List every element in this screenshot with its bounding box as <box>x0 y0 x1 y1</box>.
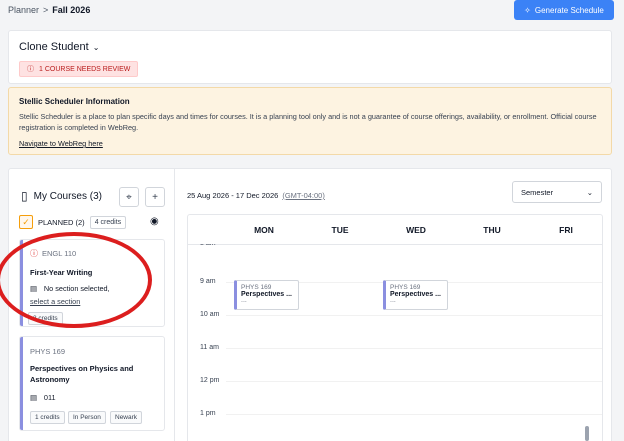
day-thu: THU <box>483 225 501 235</box>
planner-panel: ▯ My Courses (3) ⌖ + ✓ PLANNED (2) 4 cre… <box>8 168 612 441</box>
info-body: Stellic Scheduler is a place to plan spe… <box>19 112 597 132</box>
planned-label: PLANNED (2) <box>38 217 85 227</box>
day-fri: FRI <box>559 225 573 235</box>
my-courses-title: My Courses (3) <box>33 190 102 202</box>
day-mon: MON <box>254 225 274 235</box>
scheduler-page: Planner > Fall 2026 ✧ Generate Schedule … <box>0 0 624 441</box>
planned-group-header: ✓ PLANNED (2) 4 credits <box>19 215 127 229</box>
calendar-day-header: MON TUE WED THU FRI <box>188 215 602 245</box>
calendar-icon: ▤ <box>30 284 37 293</box>
eye-icon[interactable]: ◉ <box>150 216 159 227</box>
sparkle-icon: ✧ <box>524 5 531 15</box>
time-12pm: 12 pm <box>200 377 220 384</box>
review-badge-label: 1 COURSE NEEDS REVIEW <box>39 65 131 73</box>
student-name: Clone Student <box>19 41 89 53</box>
course-credits: 3 credits <box>28 312 63 325</box>
course-section: ▤ No section selected, <box>30 284 110 293</box>
hour-line <box>226 348 602 349</box>
date-range-text: 25 Aug 2026 - 17 Dec 2026 <box>187 191 279 200</box>
tag-icon: ⌖ <box>126 191 132 203</box>
day-tue: TUE <box>331 225 349 235</box>
hour-line <box>226 381 602 382</box>
course-color-bar <box>20 337 23 430</box>
calendar-scrollbar[interactable] <box>585 426 589 441</box>
day-wed: WED <box>406 225 426 235</box>
hour-line <box>226 315 602 316</box>
course-code-row: ⓘ ENGL 110 <box>30 248 76 259</box>
breadcrumb: Planner > Fall 2026 <box>8 5 90 15</box>
time-9am: 9 am <box>200 278 216 285</box>
hour-line <box>226 414 602 415</box>
view-select-value: Semester <box>521 187 554 197</box>
event-title: Perspectives ... <box>241 291 292 298</box>
course-card-engl110[interactable]: ⓘ ENGL 110 First-Year Writing ▤ No secti… <box>19 239 165 327</box>
breadcrumb-separator: > <box>43 5 49 15</box>
time-8am: 8 am <box>200 244 216 249</box>
my-courses-header: ▯ My Courses (3) <box>21 189 102 203</box>
course-credits: 1 credits <box>30 411 65 424</box>
bookmark-icon: ▯ <box>21 189 28 203</box>
webreg-link[interactable]: Navigate to WebReg here <box>19 139 103 148</box>
timezone-link[interactable]: (GMT-04:00) <box>282 191 325 200</box>
week-calendar: MON TUE WED THU FRI 8 am 9 am 10 am 11 a… <box>187 214 603 441</box>
alert-circle-icon: ⓘ <box>30 249 38 258</box>
course-code: ENGL 110 <box>42 249 77 258</box>
student-card: Clone Student ⌄ ⓘ 1 COURSE NEEDS REVIEW <box>8 30 612 84</box>
breadcrumb-planner[interactable]: Planner <box>8 5 39 15</box>
event-title: Perspectives ... <box>390 291 441 298</box>
chevron-down-icon: ⌄ <box>92 42 100 52</box>
course-card-phys169[interactable]: PHYS 169 Perspectives on Physics and Ast… <box>19 336 165 431</box>
planned-credits: 4 credits <box>89 215 127 229</box>
plus-icon: + <box>152 191 158 203</box>
section-text: No section selected, <box>43 284 110 293</box>
course-campus: Newark <box>110 411 143 424</box>
calendar-event-wed[interactable]: PHYS 169 Perspectives ... ... <box>383 280 448 310</box>
add-course-button[interactable]: + <box>145 187 165 207</box>
event-more: ... <box>241 297 247 304</box>
planned-checkbox[interactable]: ✓ <box>19 215 33 229</box>
time-11am: 11 am <box>200 344 219 351</box>
time-1pm: 1 pm <box>200 410 216 417</box>
date-range: 25 Aug 2026 - 17 Dec 2026 (GMT-04:00) <box>187 191 325 200</box>
time-10am: 10 am <box>200 311 220 318</box>
course-title: First-Year Writing <box>30 268 93 277</box>
check-icon: ✓ <box>22 216 30 227</box>
chevron-down-icon: ⌄ <box>586 187 593 197</box>
calendar-event-mon[interactable]: PHYS 169 Perspectives ... ... <box>234 280 299 310</box>
event-code: PHYS 169 <box>390 284 421 291</box>
alert-circle-icon: ⓘ <box>27 66 34 73</box>
course-section: ▤ 011 <box>30 393 56 402</box>
info-title: Stellic Scheduler Information <box>19 97 130 106</box>
course-code: PHYS 169 <box>30 347 66 356</box>
section-text: 011 <box>43 393 56 402</box>
generate-schedule-label: Generate Schedule <box>534 5 604 15</box>
event-code: PHYS 169 <box>241 284 272 291</box>
tag-filter-button[interactable]: ⌖ <box>119 187 139 207</box>
course-title: Perspectives on Physics and Astronomy <box>30 364 134 384</box>
panel-divider <box>174 169 175 441</box>
select-section-link[interactable]: select a section <box>30 297 80 306</box>
review-badge[interactable]: ⓘ 1 COURSE NEEDS REVIEW <box>19 61 139 77</box>
event-more: ... <box>390 297 396 304</box>
course-mode: In Person <box>68 411 106 424</box>
scheduler-info-card: Stellic Scheduler Information Stellic Sc… <box>8 87 612 155</box>
course-code-row: PHYS 169 <box>30 347 65 356</box>
breadcrumb-current: Fall 2026 <box>52 5 91 15</box>
student-selector[interactable]: Clone Student ⌄ <box>19 41 99 53</box>
top-bar: Planner > Fall 2026 ✧ Generate Schedule <box>0 0 624 24</box>
generate-schedule-button[interactable]: ✧ Generate Schedule <box>514 0 614 20</box>
course-color-bar <box>20 240 23 326</box>
view-select[interactable]: Semester ⌄ <box>512 181 602 203</box>
calendar-icon: ▤ <box>30 393 37 402</box>
